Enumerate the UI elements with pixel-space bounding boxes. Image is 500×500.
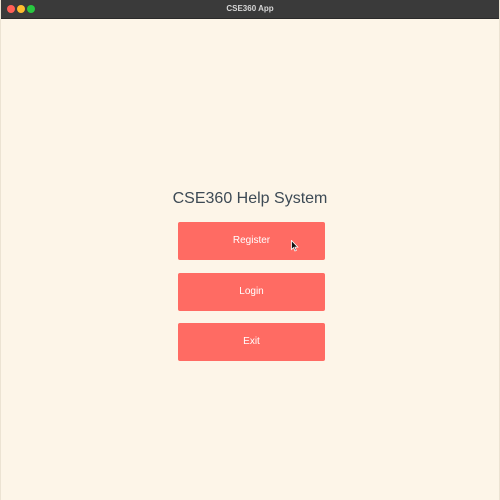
mouse-pointer-icon bbox=[291, 240, 299, 252]
main-content: CSE360 Help System Register Login Exit bbox=[1, 19, 499, 500]
window-title: CSE360 App bbox=[226, 4, 274, 13]
app-window: CSE360 App CSE360 Help System Register L… bbox=[0, 0, 500, 500]
exit-button[interactable]: Exit bbox=[178, 323, 325, 361]
register-button[interactable]: Register bbox=[178, 222, 325, 260]
title-bar[interactable]: CSE360 App bbox=[1, 0, 499, 19]
page-title: CSE360 Help System bbox=[172, 190, 328, 207]
login-button[interactable]: Login bbox=[178, 273, 325, 311]
